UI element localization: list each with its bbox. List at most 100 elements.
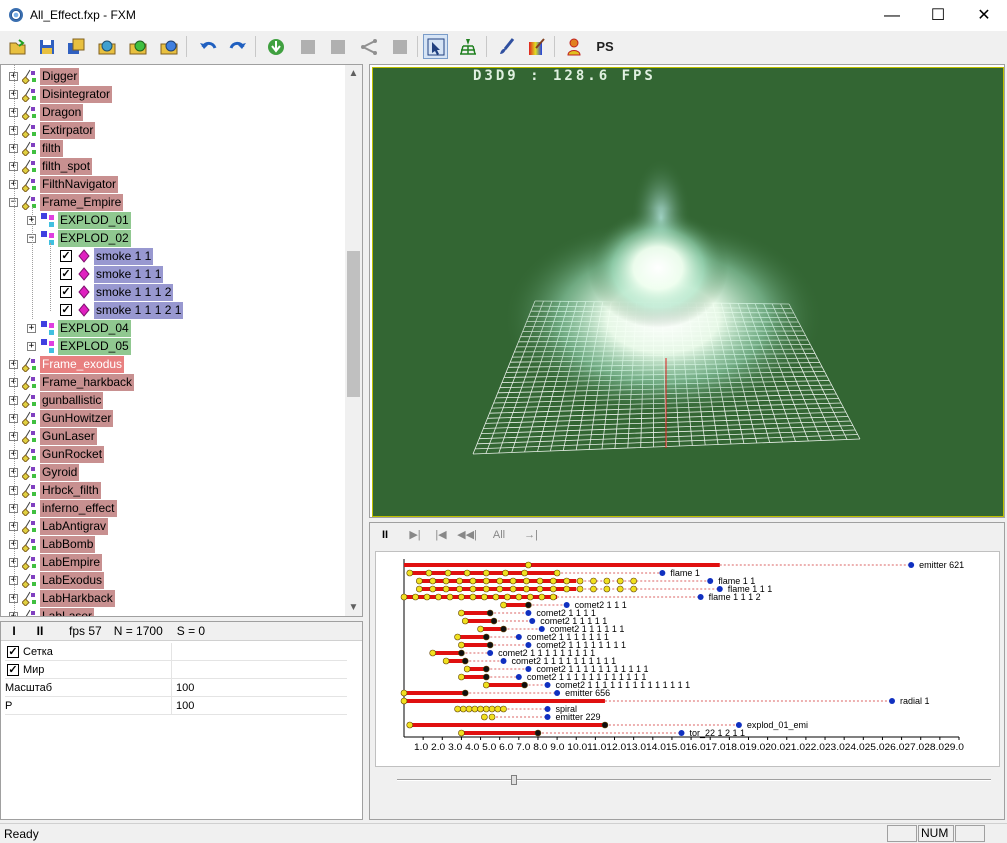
viewport-3d[interactable]: D3D9 : 128.6 FPS xyxy=(369,64,1005,518)
tree-item[interactable]: ✓ smoke 1 1 xyxy=(45,247,154,265)
tree-item[interactable]: + Frame_exodus xyxy=(9,355,125,373)
open-folder-button[interactable] xyxy=(5,34,30,59)
nodes-tool[interactable] xyxy=(356,34,381,59)
tree-item[interactable]: ✓ smoke 1 1 1 2 xyxy=(45,283,174,301)
tree-item[interactable]: + inferno_effect xyxy=(9,499,117,517)
rewind-button[interactable]: ◀◀| xyxy=(456,525,478,545)
prop-value[interactable] xyxy=(171,660,176,679)
scroll-thumb[interactable] xyxy=(347,251,360,397)
timeline-marker xyxy=(496,585,503,593)
tree-item[interactable]: + Gyroid xyxy=(9,463,80,481)
fit-button[interactable]: →|← xyxy=(520,525,542,561)
save-all-button[interactable] xyxy=(63,34,88,59)
timeline-marker xyxy=(488,705,496,713)
tree-item[interactable]: + LabEmpire xyxy=(9,553,103,571)
effect-node-icon xyxy=(22,141,36,156)
ps-button[interactable]: PS xyxy=(591,34,619,59)
prop-row-world[interactable]: ✓ Мир xyxy=(5,660,347,679)
tree-item[interactable]: + EXPLOD_04 xyxy=(27,319,131,337)
all-button[interactable]: All xyxy=(486,525,512,545)
tree-item[interactable]: + Digger xyxy=(9,67,80,85)
timeline-slider-track[interactable] xyxy=(397,779,991,781)
visibility-checkbox[interactable]: ✓ xyxy=(60,304,72,316)
undo-button[interactable] xyxy=(195,34,220,59)
tree-item[interactable]: + GunRocket xyxy=(9,445,105,463)
add-effect-button[interactable] xyxy=(125,34,150,59)
tree-item[interactable]: ✓ smoke 1 1 1 2 1 xyxy=(45,301,184,319)
tree-item[interactable]: + Frame_harkback xyxy=(9,373,135,391)
timeline-slider-thumb[interactable] xyxy=(511,775,517,785)
redo-button[interactable] xyxy=(225,34,250,59)
save-button[interactable] xyxy=(34,34,59,59)
import-effect-button[interactable] xyxy=(156,34,181,59)
expand-icon[interactable]: + xyxy=(27,323,36,333)
close-button[interactable]: ✕ xyxy=(961,0,1007,31)
expand-icon[interactable]: + xyxy=(27,341,36,351)
p-value[interactable]: 100 xyxy=(171,696,194,715)
visibility-checkbox[interactable]: ✓ xyxy=(60,250,72,262)
prop-row-scale[interactable]: Масштаб 100 xyxy=(5,678,347,697)
prop-value[interactable] xyxy=(171,642,176,661)
tree-item[interactable]: + Disintegrator xyxy=(9,85,113,103)
color-tool[interactable] xyxy=(524,34,549,59)
timeline-pause-button[interactable]: II xyxy=(374,525,396,545)
tree-item[interactable]: + gunballistic xyxy=(9,391,104,409)
load-effect-button[interactable] xyxy=(94,34,119,59)
tree-item[interactable]: + GunLaser xyxy=(9,427,97,445)
disabled-tool-3[interactable] xyxy=(387,34,412,59)
scroll-up-arrow-icon[interactable]: ▲ xyxy=(345,65,362,82)
tree-item[interactable]: − EXPLOD_02 xyxy=(27,229,131,247)
tree-item[interactable]: + LabAntigrav xyxy=(9,517,109,535)
tree-item[interactable]: + filth xyxy=(9,139,63,157)
timeline-marker xyxy=(429,649,437,657)
timeline-marker xyxy=(509,577,517,585)
tree-item[interactable]: + EXPLOD_01 xyxy=(27,211,131,229)
grid-tool[interactable] xyxy=(455,34,480,59)
play-button[interactable]: I xyxy=(1,624,27,638)
brush-tool[interactable] xyxy=(494,34,519,59)
tree-item-label: FilthNavigator xyxy=(40,175,119,193)
timeline-marker xyxy=(406,569,414,577)
tree-item[interactable]: + filth_spot xyxy=(9,157,93,175)
pause-button[interactable]: II xyxy=(27,624,53,638)
tree-item[interactable]: + FilthNavigator xyxy=(9,175,119,193)
minimize-button[interactable]: — xyxy=(869,0,915,31)
download-button[interactable] xyxy=(263,34,288,59)
visibility-checkbox[interactable]: ✓ xyxy=(60,286,72,298)
tree-item[interactable]: + LabExodus xyxy=(9,571,105,589)
effect-node-icon xyxy=(22,537,36,552)
tree-item[interactable]: + LabLaser xyxy=(9,607,95,616)
prop-row-p[interactable]: P 100 xyxy=(5,696,347,715)
step-back-button[interactable]: |◀ xyxy=(430,525,452,545)
prop-row-grid[interactable]: ✓ Сетка xyxy=(5,642,347,661)
tree-item[interactable]: + LabHarkback xyxy=(9,589,115,607)
timeline-marker xyxy=(496,577,503,585)
visibility-checkbox[interactable]: ✓ xyxy=(60,268,72,280)
scroll-down-arrow-icon[interactable]: ▼ xyxy=(345,599,362,616)
prop-name: P xyxy=(5,699,13,712)
scene-canvas[interactable]: D3D9 : 128.6 FPS xyxy=(372,67,1004,517)
grid-checkbox[interactable]: ✓ xyxy=(7,645,19,658)
effect-node-icon xyxy=(22,519,36,534)
tree-item[interactable]: ✓ smoke 1 1 1 xyxy=(45,265,164,283)
disabled-tool-2[interactable] xyxy=(325,34,350,59)
tree-item[interactable]: − Frame_Empire xyxy=(9,193,124,211)
brush-icon xyxy=(499,37,514,54)
tree-scrollbar[interactable]: ▲ ▼ xyxy=(345,65,362,616)
tree-item[interactable]: + LabBomb xyxy=(9,535,96,553)
select-tool[interactable] xyxy=(423,34,448,59)
timeline-marker xyxy=(509,585,517,593)
tree-item[interactable]: + EXPLOD_05 xyxy=(27,337,131,355)
timeline-marker xyxy=(481,713,488,721)
tree-item[interactable]: + Hrbck_filth xyxy=(9,481,101,499)
tree-item[interactable]: + Extirpator xyxy=(9,121,96,139)
disabled-tool-1[interactable] xyxy=(295,34,320,59)
timeline-chart[interactable]: 1.0 2.0 3.0 4.0 5.0 6.0 7.0 8.0 9.0 10.0… xyxy=(375,551,1000,767)
step-forward-button[interactable]: ▶| xyxy=(404,525,426,545)
person-tool[interactable] xyxy=(561,34,586,59)
tree-item[interactable]: + Dragon xyxy=(9,103,84,121)
tree-item[interactable]: + GunHowitzer xyxy=(9,409,114,427)
scale-value[interactable]: 100 xyxy=(171,678,194,697)
maximize-button[interactable]: ☐ xyxy=(915,0,961,31)
world-checkbox[interactable]: ✓ xyxy=(7,663,19,676)
